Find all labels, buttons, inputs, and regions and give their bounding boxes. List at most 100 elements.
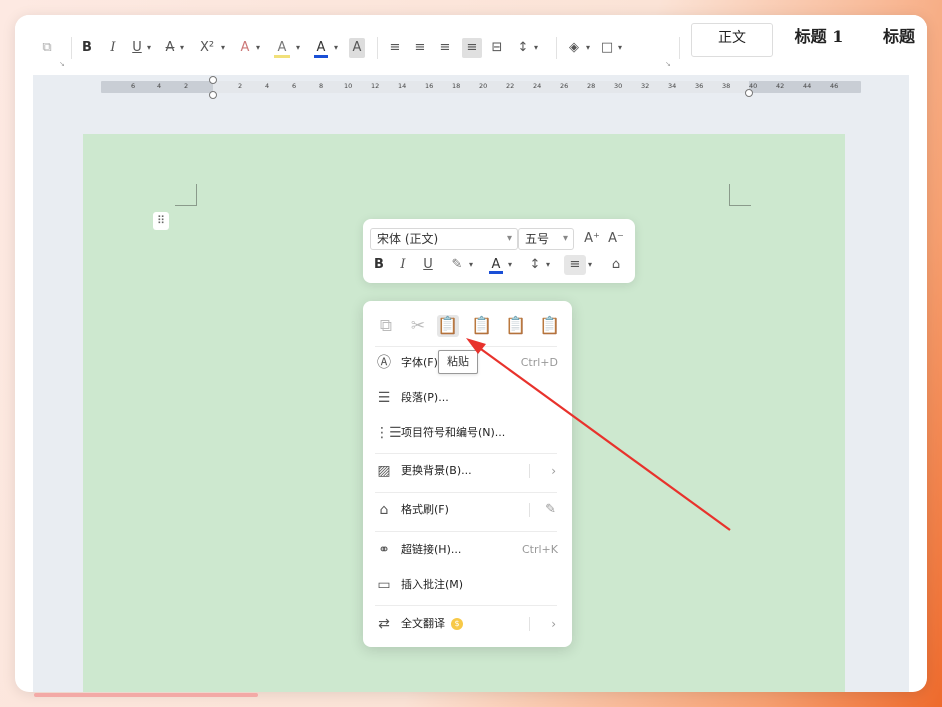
align-icon[interactable]: ≡ [564,255,586,275]
menu-divider [375,492,557,493]
border-dropdown-icon[interactable]: ▾ [615,38,625,58]
font-name-value: 宋体 (正文) [377,232,439,246]
paste-icon[interactable]: 📋 [437,315,459,337]
line-spacing-icon[interactable]: ↕ [526,255,544,275]
toolbar-divider [71,37,72,59]
block-drag-handle-icon[interactable]: ⠿ [153,212,169,230]
font-color-button[interactable]: A [488,255,504,275]
font-size-select[interactable]: 五号 ▾ [518,228,574,250]
brush-icon[interactable]: ✎ [545,496,556,524]
underline-button[interactable]: U [130,38,144,58]
justify-icon[interactable]: ≡ [462,38,482,58]
format-painter-icon: ⌂ [379,502,389,518]
align-right-icon[interactable]: ≡ [437,38,453,58]
background-icon: ▨ [377,463,391,479]
shading-icon[interactable]: ◈ [565,38,583,58]
shortcut-label: Ctrl+D [520,356,558,369]
highlight-icon[interactable]: ✎ [447,255,467,275]
menu-item-label: 项目符号和编号(N)... [401,426,506,439]
ruler-tick-label: 30 [614,82,623,90]
first-line-indent-marker[interactable] [209,76,217,84]
underline-dropdown-icon[interactable]: ▾ [144,38,154,58]
text-effect-dropdown-icon[interactable]: ▾ [253,38,263,58]
ruler-tick-label: 6 [292,82,297,90]
link-icon: ⚭ [378,542,390,558]
shortcut-label: Ctrl+K [521,543,558,556]
cut-icon[interactable]: ✂ [407,315,429,337]
shrink-font-button[interactable]: A⁻ [606,229,626,249]
copy-format-icon[interactable]: ⧉ [37,38,57,58]
superscript-dropdown-icon[interactable]: ▾ [218,38,228,58]
align-center-icon[interactable]: ≡ [412,38,428,58]
ruler-tick-label: 26 [560,82,569,90]
menu-item-translate[interactable]: ⇄ 全文翻译 $ › [363,610,572,638]
highlight-label: A [277,40,287,55]
superscript-button[interactable]: X² [196,38,218,58]
menu-item-change-background[interactable]: ▨ 更换背景(B)... › [363,457,572,485]
bold-button[interactable]: B [79,38,95,58]
chevron-down-icon: ▾ [506,233,512,244]
border-icon[interactable]: □ [599,38,615,58]
ruler-tick-label: 46 [830,82,839,90]
line-spacing-icon[interactable]: ↕ [515,38,531,58]
menu-divider [375,531,557,532]
font-color-dropdown-icon[interactable]: ▾ [506,255,514,275]
menu-item-label: 全文翻译 $ [401,610,463,638]
line-spacing-dropdown-icon[interactable]: ▾ [531,38,541,58]
ruler-tick-label: 10 [344,82,353,90]
highlight-dropdown-icon[interactable]: ▾ [293,38,303,58]
strikethrough-dropdown-icon[interactable]: ▾ [177,38,187,58]
floating-mini-toolbar: 宋体 (正文) ▾ 五号 ▾ A⁺ A⁻ B I U ✎ ▾ A ▾ ↕ ▾ ≡… [363,219,635,283]
menu-item-paragraph[interactable]: ☰ 段落(P)... [363,384,572,412]
char-shading-button[interactable]: A [349,38,365,58]
expander-icon[interactable]: ↘ [59,60,65,68]
chevron-right-icon[interactable]: › [551,610,556,638]
chevron-right-icon[interactable]: › [551,457,556,485]
line-spacing-dropdown-icon[interactable]: ▾ [544,255,552,275]
underline-button[interactable]: U [421,255,435,275]
font-color-label: A [491,257,501,272]
highlight-button[interactable]: A [273,38,291,58]
grow-font-button[interactable]: A⁺ [582,229,602,249]
font-name-select[interactable]: 宋体 (正文) ▾ [370,228,518,250]
list-icon: ⋮☰ [375,425,402,441]
menu-item-insert-comment[interactable]: ▭ 插入批注(M) [363,571,572,599]
bold-button[interactable]: B [372,255,386,275]
align-left-icon[interactable]: ≡ [387,38,403,58]
paste-special-icon[interactable]: 📋 [539,315,561,337]
toolbar-divider [377,37,378,59]
font-color-dropdown-icon[interactable]: ▾ [331,38,341,58]
horizontal-ruler[interactable]: 6 4 2 2 4 6 8 10 12 14 16 18 20 22 24 26… [101,76,861,99]
menu-item-hyperlink[interactable]: ⚭ 超链接(H)... Ctrl+K [363,536,572,564]
style-normal[interactable]: 正文 [691,23,773,57]
ruler-tick-label: 2 [238,82,243,90]
menu-divider [375,453,557,454]
expander-icon[interactable]: ↘ [665,60,671,68]
italic-button[interactable]: I [396,255,410,275]
paste-text-only-icon[interactable]: 📋 [505,315,527,337]
shading-dropdown-icon[interactable]: ▾ [583,38,593,58]
strikethrough-button[interactable]: A [163,38,177,58]
paste-keep-format-icon[interactable]: 📋 [471,315,493,337]
font-color-label: A [316,40,326,55]
ruler-tick-label: 4 [265,82,270,90]
menu-item-label: 更换背景(B)... [401,464,472,477]
style-heading1[interactable]: 标题 1 [777,23,861,57]
underline-decoration [34,693,258,697]
ruler-tick-label: 16 [425,82,434,90]
text-effect-button[interactable]: A [237,38,253,58]
copy-icon[interactable]: ⧉ [375,315,397,337]
left-indent-marker[interactable] [209,91,217,99]
highlight-dropdown-icon[interactable]: ▾ [467,255,475,275]
italic-button[interactable]: I [105,38,121,58]
font-size-value: 五号 [525,232,550,246]
font-color-button[interactable]: A [313,38,329,58]
menu-item-format-painter[interactable]: ⌂ 格式刷(F) ✎ [363,496,572,524]
right-indent-marker[interactable] [745,89,753,97]
ruler-tick-label: 2 [184,82,189,90]
style-heading2[interactable]: 标题 [865,23,927,57]
distributed-align-icon[interactable]: ⊟ [489,38,505,58]
format-painter-icon[interactable]: ⌂ [607,255,625,275]
align-dropdown-icon[interactable]: ▾ [586,255,594,275]
menu-item-bullets-numbering[interactable]: ⋮☰ 项目符号和编号(N)... [363,419,572,447]
